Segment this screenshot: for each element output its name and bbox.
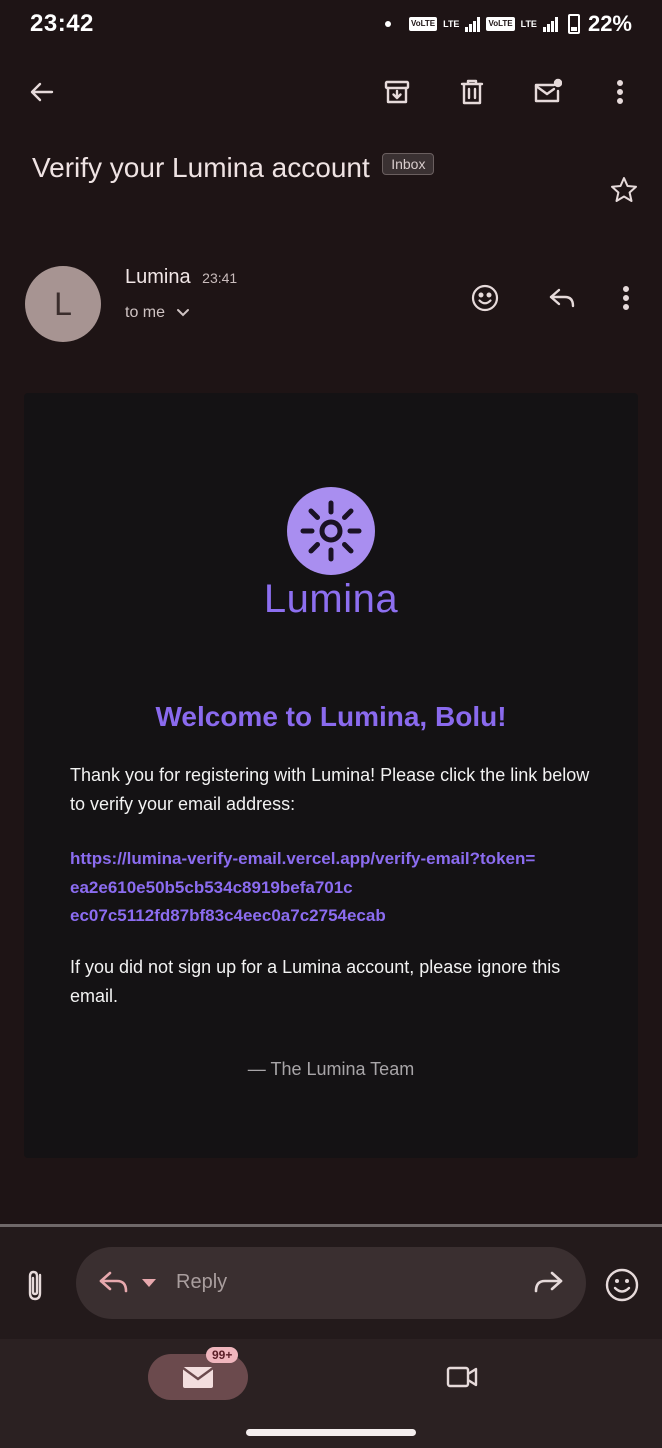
reply-type-dropdown-icon[interactable] xyxy=(142,1279,156,1287)
mark-unread-icon xyxy=(534,78,562,103)
email-toolbar xyxy=(0,60,662,124)
reply-placeholder: Reply xyxy=(176,1271,228,1293)
intro-paragraph: Thank you for registering with Lumina! P… xyxy=(70,765,590,814)
sim1-signal-icon xyxy=(465,16,481,32)
forward-arrow-icon[interactable] xyxy=(530,1267,566,1299)
subject-row: Verify your Lumina account Inbox xyxy=(32,152,652,212)
attach-button[interactable] xyxy=(14,1263,58,1307)
message-more-button[interactable] xyxy=(602,274,650,322)
reply-arrow-icon xyxy=(549,288,575,308)
verify-link-part3: ec07c5112fd87bf83c4eec0a7c2754ecab xyxy=(70,906,386,925)
reply-compose-field[interactable]: Reply xyxy=(76,1247,586,1319)
add-reaction-button[interactable] xyxy=(461,274,509,322)
lumina-logo-icon xyxy=(287,487,375,575)
sender-header: L Lumina 23:41 to me xyxy=(0,262,662,342)
status-icons: VoLTE LTE VoLTE LTE 22% xyxy=(384,11,632,37)
trash-icon xyxy=(460,79,484,105)
sent-time: 23:41 xyxy=(202,270,238,286)
more-vertical-icon xyxy=(616,79,623,105)
archive-button[interactable] xyxy=(373,68,421,116)
email-subject: Verify your Lumina account xyxy=(32,152,370,183)
ignore-paragraph: If you did not sign up for a Lumina acco… xyxy=(70,957,561,1006)
emoji-smile-icon xyxy=(605,1268,639,1302)
inbox-label-chip[interactable]: Inbox xyxy=(382,153,435,175)
emoji-smile-icon xyxy=(471,284,499,312)
notification-dot-icon xyxy=(384,21,391,27)
delete-button[interactable] xyxy=(448,68,496,116)
emoji-reaction-button[interactable] xyxy=(600,1263,644,1307)
chevron-down-icon xyxy=(177,309,190,317)
more-vertical-icon xyxy=(622,285,629,311)
sender-name: Lumina xyxy=(125,266,191,288)
sender-avatar[interactable]: L xyxy=(25,266,101,342)
status-bar: 23:42 VoLTE LTE VoLTE LTE 22% xyxy=(0,0,662,48)
home-indicator[interactable] xyxy=(246,1429,416,1436)
video-camera-icon xyxy=(446,1366,478,1388)
brand-wordmark: Lumina xyxy=(263,577,399,621)
more-options-button[interactable] xyxy=(596,68,644,116)
bottom-navigation: 99+ xyxy=(0,1339,662,1448)
sim1-lte-label: LTE xyxy=(443,19,460,29)
battery-level: 22% xyxy=(587,11,632,36)
paperclip-icon xyxy=(28,1270,42,1301)
welcome-heading: Welcome to Lumina, Bolu! xyxy=(155,701,507,732)
sim2-volte-icon: VoLTE xyxy=(486,17,515,31)
email-body: Lumina Welcome to Lumina, Bolu! Thank yo… xyxy=(24,393,638,1158)
star-icon xyxy=(611,177,637,202)
verify-email-link[interactable]: https://lumina-verify-email.vercel.app/v… xyxy=(70,845,600,931)
recipient-text: to me xyxy=(125,304,166,321)
mark-unread-button[interactable] xyxy=(523,68,571,116)
archive-icon xyxy=(384,80,410,104)
sim1-volte-icon: VoLTE xyxy=(408,17,438,31)
clock: 23:42 xyxy=(30,10,94,37)
sim2-lte-label: LTE xyxy=(520,19,537,29)
recipient-details-toggle[interactable]: to me xyxy=(125,304,191,322)
unread-count-badge: 99+ xyxy=(206,1347,239,1363)
signoff: — The Lumina Team xyxy=(247,1059,415,1079)
star-button[interactable] xyxy=(600,166,648,214)
nav-meet-tab[interactable] xyxy=(444,1359,480,1395)
sim2-signal-icon xyxy=(542,16,558,32)
verify-link-part1: https://lumina-verify-email.vercel.app/v… xyxy=(70,849,536,868)
reply-bar: Reply xyxy=(0,1227,662,1339)
battery-icon xyxy=(567,14,580,34)
arrow-left-icon xyxy=(30,82,54,102)
reply-button[interactable] xyxy=(538,274,586,322)
sender-name-line: Lumina 23:41 xyxy=(125,266,237,289)
back-button[interactable] xyxy=(18,68,66,116)
reply-arrow-icon[interactable] xyxy=(96,1267,132,1299)
verify-link-part2: ea2e610e50b5cb534c8919befa701c xyxy=(70,877,353,897)
